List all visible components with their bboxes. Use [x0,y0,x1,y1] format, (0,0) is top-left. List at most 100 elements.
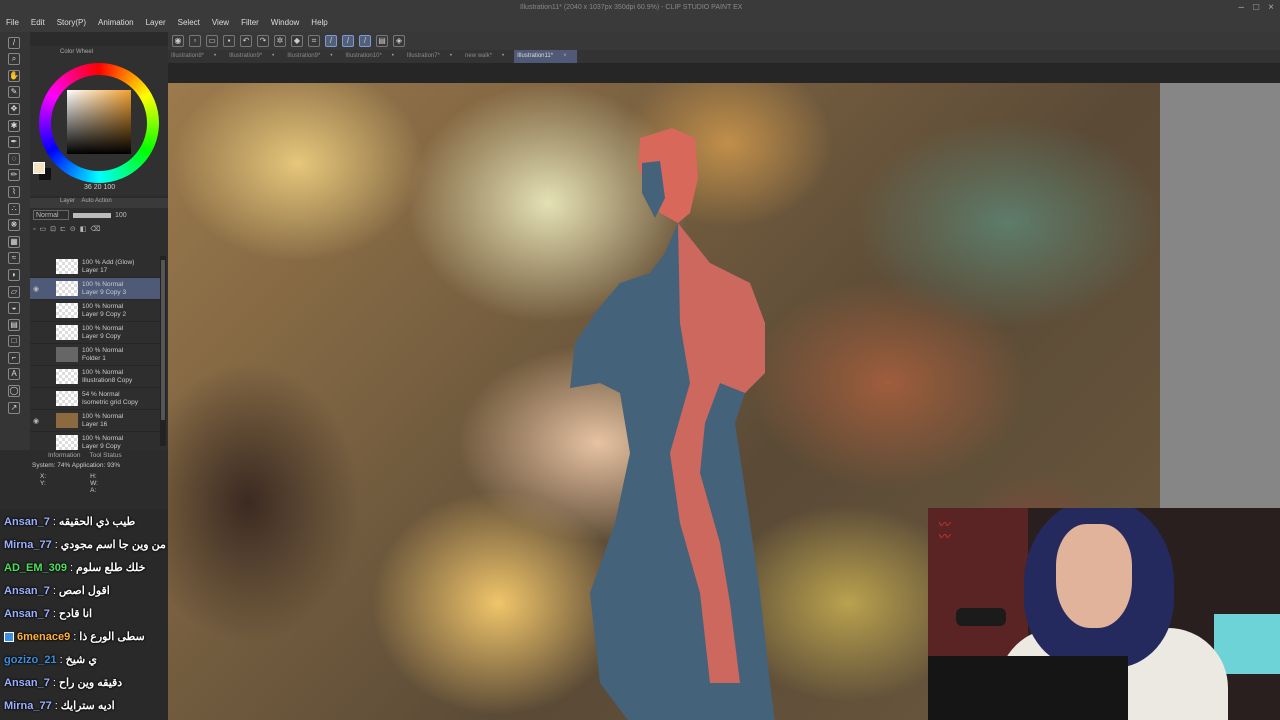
scroll-thumb[interactable] [161,260,165,420]
figure-icon[interactable]: □ [8,335,20,348]
tab-illustration9b[interactable]: Illustration9* • [284,50,342,63]
chat-message: Ansan_7: انا قادح [4,607,93,621]
tab-auto-action[interactable]: Auto Action [81,198,111,204]
eyedropper-icon[interactable]: ✎ [8,86,20,99]
snap-special-icon[interactable]: / [359,35,371,47]
layer-row[interactable]: ◉ 100 % Normal Layer 9 Copy 3 [30,278,160,300]
frame-icon[interactable]: ▦ [8,235,20,248]
airbrush-icon[interactable]: ∴ [8,202,20,215]
menu-select[interactable]: Select [172,18,206,27]
opacity-value[interactable]: 100 [115,212,127,219]
correct-line-icon[interactable]: ↗ [8,401,20,414]
tab-close-icon[interactable]: • [330,50,332,63]
foreground-color-swatch[interactable] [33,162,45,174]
clip-studio-icon[interactable]: ◉ [172,35,184,47]
text-icon[interactable]: A [8,368,20,381]
hand-icon[interactable]: ✋ [8,69,20,82]
chat-message: 6menace9: سطى الورع ذا [0,625,168,648]
close-icon[interactable]: × [1268,2,1274,13]
tab-illustration7[interactable]: Illustration7* • [404,50,462,63]
snap-grid-icon[interactable]: / [342,35,354,47]
layer-name: Layer 9 Copy 3 [82,288,127,296]
layer-row[interactable]: 100 % Normal Layer 9 Copy 2 [30,300,160,322]
delete-layer-icon[interactable]: ⌫ [90,225,100,233]
tab-tool-status[interactable]: Tool Status [89,452,121,459]
tab-illustration8[interactable]: Illustration8* • [168,50,226,63]
layer-row[interactable]: 54 % Normal Isometric grid Copy [30,388,160,410]
layer-row[interactable]: ◉ 100 % Normal Layer 16 [30,410,160,432]
menu-animation[interactable]: Animation [92,18,140,27]
opacity-slider[interactable] [73,212,111,218]
color-panel-title: Color Wheel [60,49,94,55]
pencil-icon[interactable]: ✏ [8,169,20,182]
mask-icon[interactable]: ◧ [80,225,87,233]
undo-icon[interactable]: ↶ [240,35,252,47]
redo-icon[interactable]: ↷ [257,35,269,47]
menu-window[interactable]: Window [265,18,305,27]
fill-tool-icon[interactable]: ◗ [8,268,20,281]
save-icon[interactable]: ▪ [223,35,235,47]
layer-row[interactable]: 100 % Add (Glow) Layer 17 [30,256,160,278]
lasso-icon[interactable]: ◌ [8,152,20,165]
layer-row[interactable]: 100 % Normal Layer 9 Copy [30,322,160,344]
saturation-value-square[interactable] [67,90,131,154]
tab-close-icon[interactable]: • [450,50,452,63]
layer-scrollbar[interactable] [160,256,166,446]
reference-icon[interactable]: ⊙ [70,225,76,233]
menu-filter[interactable]: Filter [235,18,265,27]
zoom-icon[interactable]: ⌕ [8,53,20,66]
maximize-icon[interactable]: □ [1253,2,1259,13]
menu-story[interactable]: Story(P) [51,18,92,27]
tab-close-icon[interactable]: × [563,50,567,63]
tab-illustration9[interactable]: Illustration9* • [226,50,284,63]
menu-edit[interactable]: Edit [25,18,51,27]
menu-view[interactable]: View [206,18,235,27]
tab-close-icon[interactable]: • [214,50,216,63]
open-file-icon[interactable]: ▭ [206,35,218,47]
tab-illustration11[interactable]: Illustration11* × [514,50,577,63]
layer-thumbnail [56,369,78,384]
move-icon[interactable]: ✥ [8,102,20,115]
tab-information[interactable]: Information [48,452,81,459]
blend-icon[interactable]: ≈ [8,252,20,265]
eraser-icon[interactable]: ▱ [8,285,20,298]
ruler-icon[interactable]: ⌐ [8,351,20,364]
pen-pressure-icon[interactable]: / [8,36,20,49]
menu-help[interactable]: Help [305,18,333,27]
snap-ruler-icon[interactable]: / [325,35,337,47]
folder-row[interactable]: 100 % Normal Folder 1 [30,344,160,366]
pen-icon[interactable]: ✒ [8,136,20,149]
companion-icon[interactable]: ◈ [393,35,405,47]
new-file-icon[interactable]: ▫ [189,35,201,47]
balloon-icon[interactable]: ◯ [8,385,20,398]
w-label: W: [90,480,98,487]
chat-message: Mirna_77: من وين جا اسم مجودي [4,538,166,552]
decoration-icon[interactable]: ❋ [8,219,20,232]
chat-text: خلك طلع سلوم [76,562,146,574]
crop-icon[interactable]: ⌗ [308,35,320,47]
tab-close-icon[interactable]: • [392,50,394,63]
tab-layer[interactable]: Layer [60,198,75,204]
blend-mode-select[interactable]: Normal [33,210,69,220]
tab-close-icon[interactable]: • [272,50,274,63]
menu-file[interactable]: File [0,18,25,27]
visibility-icon[interactable]: ◉ [30,417,42,425]
clip-icon[interactable]: ⊏ [60,225,66,233]
menu-layer[interactable]: Layer [140,18,172,27]
fill-icon[interactable]: ◆ [291,35,303,47]
operation-icon[interactable]: ✱ [8,119,20,132]
visibility-icon[interactable]: ◉ [30,285,42,293]
bucket-icon[interactable]: ◒ [8,302,20,315]
brush-icon[interactable]: ⌇ [8,185,20,198]
tab-close-icon[interactable]: • [502,50,504,63]
show-ruler-icon[interactable]: ▤ [376,35,388,47]
layer-row[interactable]: 100 % Normal Illustration8 Copy [30,366,160,388]
new-layer-icon[interactable]: ▫ [33,226,35,233]
settings-icon[interactable]: ✲ [274,35,286,47]
lock-icon[interactable]: ⊡ [50,225,56,233]
tab-illustration10[interactable]: Illustration10* • [342,50,403,63]
new-folder-icon[interactable]: ▭ [39,225,46,233]
minimize-icon[interactable]: – [1239,2,1245,13]
gradient-icon[interactable]: ▤ [8,318,20,331]
tab-new-walk[interactable]: new walk* • [462,50,514,63]
